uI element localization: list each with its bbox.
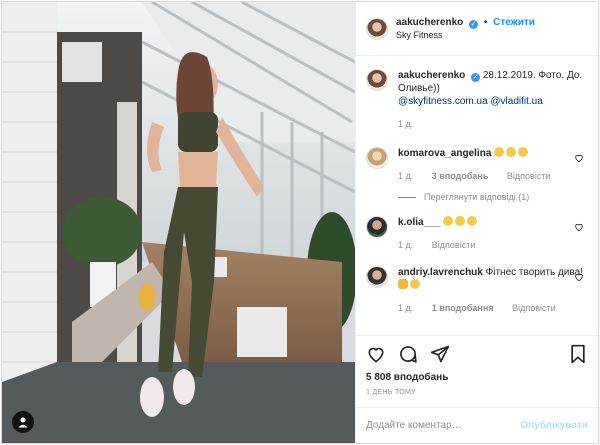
verified-icon: ✓ xyxy=(471,73,481,82)
post-photo[interactable] xyxy=(2,2,355,443)
caption-meta: 1 д. xyxy=(398,118,588,131)
mention-link[interactable]: @vladifit.ua xyxy=(490,96,542,107)
comment-username[interactable]: komarova_angelina xyxy=(398,148,491,159)
grinning-emoji-icon xyxy=(443,216,454,226)
comment-avatar[interactable] xyxy=(366,216,388,238)
comment-age[interactable]: 1 д. xyxy=(398,303,413,313)
comment-item: k.olia___ 1 д. Відповісти xyxy=(366,216,588,252)
reply-button[interactable]: Відповісти xyxy=(432,240,476,250)
location-link[interactable]: Sky Fitness xyxy=(396,29,535,42)
photo-illustration xyxy=(2,2,355,443)
view-replies-label[interactable]: Переглянути відповіді (1) xyxy=(424,191,529,204)
grinning-emoji-icon xyxy=(494,147,505,157)
post-actions: 5 808 вподобань 1 ДЕНЬ ТОМУ xyxy=(356,335,598,396)
comment-text: Фітнес творить дива! xyxy=(485,267,583,278)
reply-button[interactable]: Відповісти xyxy=(512,303,556,313)
author-avatar[interactable] xyxy=(366,17,388,40)
caption-username[interactable]: aakucherenko xyxy=(398,70,465,81)
smiling-emoji-icon xyxy=(410,279,420,289)
likes-count[interactable]: 5 808 вподобань xyxy=(366,372,588,383)
caption-age[interactable]: 1 д. xyxy=(398,119,413,129)
comment-item: komarova_angelina 1 д. 3 вподобань Відпо… xyxy=(366,147,588,204)
publish-button[interactable]: Опублікувати xyxy=(520,420,588,431)
comment-username[interactable]: andriy.lavrenchuk xyxy=(398,267,483,278)
comment-likes[interactable]: 1 вподобання xyxy=(432,303,494,313)
view-replies[interactable]: Переглянути відповіді (1) xyxy=(398,191,588,204)
post-header: aakucherenko ✓ • Стежити Sky Fitness xyxy=(356,2,598,56)
grinning-emoji-icon xyxy=(506,147,517,157)
comments-list[interactable]: aakucherenko ✓ 28.12.2019. Фото. До. Оли… xyxy=(356,57,598,335)
author-username[interactable]: aakucherenko xyxy=(396,17,463,28)
heart-icon[interactable] xyxy=(366,344,386,364)
replies-line xyxy=(398,197,416,198)
comment-input[interactable] xyxy=(366,420,521,431)
grinning-emoji-icon xyxy=(518,147,529,157)
comment-meta: 1 д. Відповісти xyxy=(398,239,588,252)
tag-people-button[interactable] xyxy=(12,411,34,433)
comment-age[interactable]: 1 д. xyxy=(398,171,413,181)
grinning-emoji-icon xyxy=(455,216,466,226)
post-timestamp[interactable]: 1 ДЕНЬ ТОМУ xyxy=(366,389,588,396)
comment-item: andriy.lavrenchuk Фітнес творить дива! 1… xyxy=(366,266,588,315)
comment-avatar[interactable] xyxy=(366,147,388,169)
heart-icon[interactable] xyxy=(574,222,584,232)
comment-username[interactable]: k.olia___ xyxy=(398,217,440,228)
caption: aakucherenko ✓ 28.12.2019. Фото. До. Оли… xyxy=(366,69,588,131)
caption-avatar[interactable] xyxy=(366,69,388,91)
reply-button[interactable]: Відповісти xyxy=(507,171,551,181)
comment-likes[interactable]: 3 вподобань xyxy=(432,171,489,181)
heart-icon[interactable] xyxy=(574,153,584,163)
comment-meta: 1 д. 1 вподобання Відповісти xyxy=(398,302,588,315)
bookmark-icon[interactable] xyxy=(568,344,588,364)
comment-icon[interactable] xyxy=(398,344,418,364)
mention-link[interactable]: @skyfitness.com.ua xyxy=(398,96,488,107)
post-card: aakucherenko ✓ • Стежити Sky Fitness aak… xyxy=(1,1,599,444)
separator-dot: • xyxy=(483,16,488,28)
share-icon[interactable] xyxy=(430,344,450,364)
comment-age[interactable]: 1 д. xyxy=(398,240,413,250)
grinning-emoji-icon xyxy=(467,216,478,226)
user-tag-icon xyxy=(18,417,28,428)
comment-avatar[interactable] xyxy=(366,266,388,288)
comment-meta: 1 д. 3 вподобань Відповісти xyxy=(398,170,588,183)
post-side-panel: aakucherenko ✓ • Стежити Sky Fitness aak… xyxy=(355,2,598,443)
follow-button[interactable]: Стежити xyxy=(493,17,535,28)
action-icons xyxy=(366,342,588,366)
thumbs-up-emoji-icon xyxy=(398,279,408,289)
heart-icon[interactable] xyxy=(574,272,584,282)
add-comment-bar: Опублікувати xyxy=(356,407,598,443)
verified-icon: ✓ xyxy=(469,19,479,29)
